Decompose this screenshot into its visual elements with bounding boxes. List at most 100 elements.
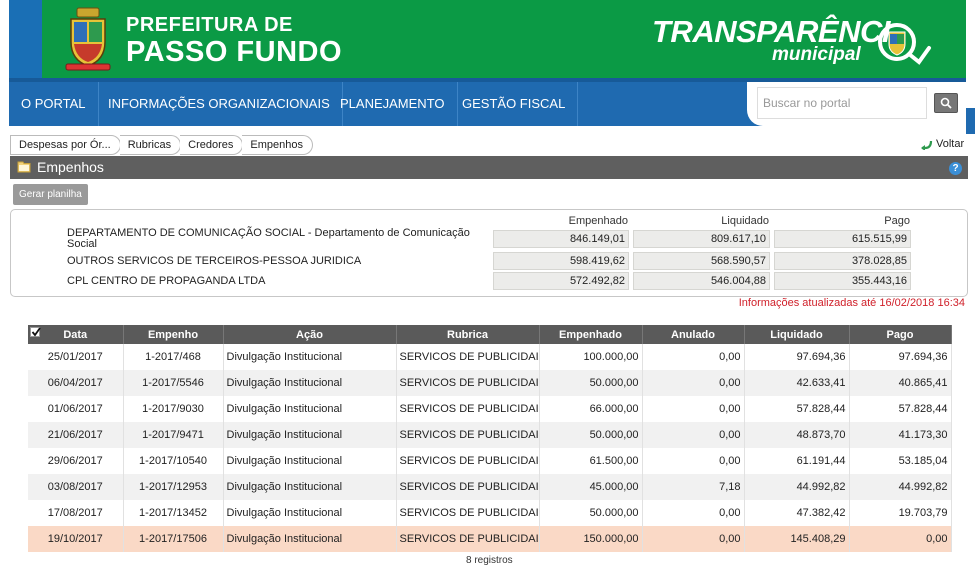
column-header-label: Data [63,328,88,341]
table-header-row: Data Empenho Ação Rubrica Empenhado Anul… [28,325,952,344]
summary-label-credor: CPL CENTRO DE PROPAGANDA LTDA [67,275,266,287]
breadcrumb: Despesas por Ór... Rubricas Credores Emp… [10,135,313,155]
magnifier-crest-icon [878,23,931,65]
table-cell: 1-2017/12953 [123,474,224,500]
column-header-empenho[interactable]: Empenho [123,325,224,344]
search-icon [940,97,952,109]
column-header-rubrica[interactable]: Rubrica [396,325,540,344]
table-cell: SERVICOS DE PUBLICIDAI [396,422,540,448]
voltar-label: Voltar [936,138,965,150]
table-cell: 1-2017/9030 [123,396,224,422]
nav-item-planejamento[interactable]: PLANEJAMENTO [328,82,458,126]
table-cell: 42.633,41 [744,370,850,396]
summary-value: 572.492,82 [493,272,629,290]
table-cell: 57.828,44 [849,396,952,422]
column-header-anulado[interactable]: Anulado [642,325,745,344]
table-row[interactable]: 25/01/2017 1-2017/468 Divulgação Instituci… [28,344,952,370]
summary-value: 546.004,88 [633,272,770,290]
header-accent-band [9,0,42,78]
table-cell: 1-2017/10540 [123,448,224,474]
breadcrumb-despesas[interactable]: Despesas por Ór... [10,135,121,155]
table-row[interactable]: 21/06/2017 1-2017/9471 Divulgação Instituc… [28,422,952,448]
gerar-planilha-button[interactable]: Gerar planilha [13,184,88,205]
summary-header-liquidado: Liquidado [721,215,769,227]
table-cell: 0,00 [642,422,745,448]
table-cell: 1-2017/9471 [123,422,224,448]
table-cell: 0,00 [642,526,745,552]
search-input[interactable] [757,87,927,119]
summary-value: 598.419,62 [493,252,629,270]
summary-header-pago: Pago [884,215,910,227]
table-cell: 41.173,30 [849,422,952,448]
table-cell: SERVICOS DE PUBLICIDAI [396,396,540,422]
table-cell: 0,00 [849,526,952,552]
search-button[interactable] [934,93,958,113]
table-cell: 0,00 [642,370,745,396]
table-cell: 0,00 [642,448,745,474]
table-cell: 47.382,42 [744,500,850,526]
city-crest-icon[interactable] [63,6,113,72]
table-row[interactable]: 29/06/2017 1-2017/10540 Divulgação Institu… [28,448,952,474]
column-header-liquidado[interactable]: Liquidado [744,325,850,344]
check-icon [31,327,41,337]
empenhos-table: Data Empenho Ação Rubrica Empenhado Anul… [28,325,952,552]
nav-item-gestao-fiscal[interactable]: GESTÃO FISCAL [450,82,579,126]
table-cell: Divulgação Institucional [223,396,397,422]
table-cell: 1-2017/5546 [123,370,224,396]
table-cell: SERVICOS DE PUBLICIDAI [396,448,540,474]
table-cell: 44.992,82 [744,474,850,500]
table-row[interactable]: 17/08/2017 1-2017/13452 Divulgação Institu… [28,500,952,526]
summary-value: 568.590,57 [633,252,770,270]
nav-item-informacoes-organizacionais[interactable]: INFORMAÇÕES ORGANIZACIONAIS [96,82,343,126]
table-row[interactable]: 03/08/2017 1-2017/12953 Divulgação Institu… [28,474,952,500]
summary-header-empenhado: Empenhado [568,215,628,227]
records-count: 8 registros [466,555,513,566]
table-cell: 50.000,00 [539,422,643,448]
table-cell: SERVICOS DE PUBLICIDAI [396,500,540,526]
table-row[interactable]: 19/10/2017 1-2017/17506 Divulgação Institu… [28,526,952,552]
table-cell: 1-2017/468 [123,344,224,370]
summary-label-departamento: DEPARTAMENTO DE COMUNICAÇÃO SOCIAL - Dep… [67,227,470,250]
table-cell: 50.000,00 [539,500,643,526]
last-updated-notice: Informações atualizadas até 16/02/2018 1… [738,297,965,309]
table-cell: 50.000,00 [539,370,643,396]
table-cell: 66.000,00 [539,396,643,422]
table-cell: 57.828,44 [744,396,850,422]
table-body: 25/01/2017 1-2017/468 Divulgação Instituci… [28,344,952,552]
breadcrumb-rubricas[interactable]: Rubricas [119,135,182,155]
summary-label-rubrica: OUTROS SERVICOS DE TERCEIROS-PESSOA JURI… [67,255,362,267]
voltar-button[interactable]: Voltar [920,138,964,150]
table-cell: Divulgação Institucional [223,422,397,448]
breadcrumb-credores[interactable]: Credores [180,135,244,155]
table-cell: 06/04/2017 [28,370,124,396]
table-cell: 7,18 [642,474,745,500]
panel-title: Empenhos [10,156,968,179]
summary-value: 809.617,10 [633,230,770,248]
table-cell: 1-2017/17506 [123,526,224,552]
folder-icon [17,161,31,173]
table-cell: 97.694,36 [744,344,850,370]
table-cell: 48.873,70 [744,422,850,448]
table-cell: 0,00 [642,344,745,370]
table-cell: 25/01/2017 [28,344,124,370]
table-cell: 61.191,44 [744,448,850,474]
column-header-data[interactable]: Data [28,325,124,344]
breadcrumb-empenhos[interactable]: Empenhos [242,135,313,155]
table-cell: Divulgação Institucional [223,344,397,370]
select-all-checkbox[interactable] [30,327,41,337]
table-row[interactable]: 06/04/2017 1-2017/5546 Divulgação Instituc… [28,370,952,396]
column-header-pago[interactable]: Pago [849,325,952,344]
help-icon[interactable]: ? [949,162,962,175]
table-cell: 03/08/2017 [28,474,124,500]
table-cell: 61.500,00 [539,448,643,474]
column-header-acao[interactable]: Ação [223,325,397,344]
table-row[interactable]: 01/06/2017 1-2017/9030 Divulgação Instituc… [28,396,952,422]
nav-item-o-portal[interactable]: O PORTAL [9,82,99,126]
summary-value: 355.443,16 [774,272,911,290]
table-cell: 17/08/2017 [28,500,124,526]
table-cell: 19/10/2017 [28,526,124,552]
table-cell: 45.000,00 [539,474,643,500]
table-cell: 150.000,00 [539,526,643,552]
column-header-empenhado[interactable]: Empenhado [539,325,643,344]
table-cell: Divulgação Institucional [223,474,397,500]
